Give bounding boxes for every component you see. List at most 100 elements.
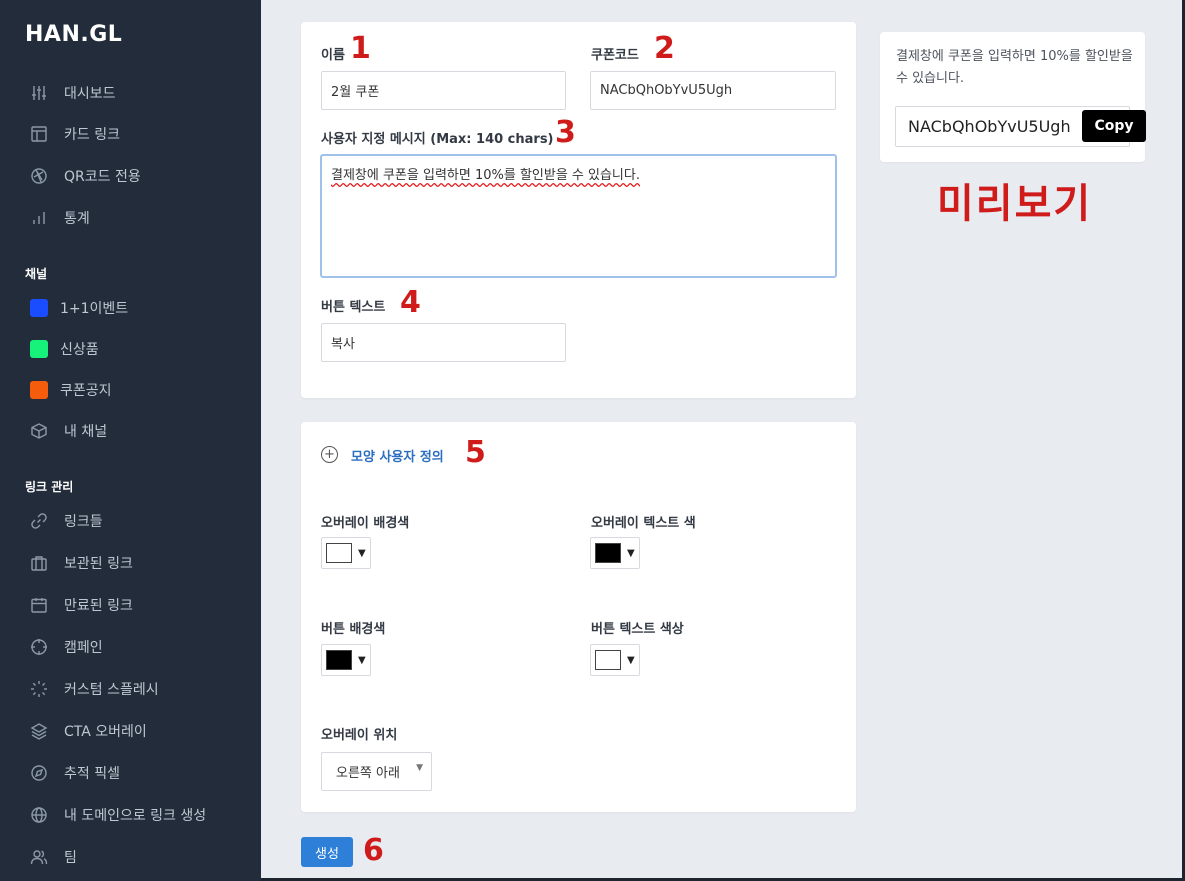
globe-icon (30, 806, 48, 824)
sidebar-item-archived[interactable]: 보관된 링크 (0, 545, 261, 581)
sidebar-item-dashboard[interactable]: 대시보드 (0, 75, 261, 111)
sidebar-item-expired[interactable]: 만료된 링크 (0, 587, 261, 623)
sidebar: HAN.GL 대시보드 카드 링크 QR코드 전용 통계 채널 1+1이벤트 신… (0, 0, 261, 881)
overlay-bg-color-picker[interactable]: ▼ (321, 537, 371, 569)
customize-appearance-link[interactable]: 모양 사용자 정의 (351, 446, 444, 465)
layers-icon (30, 722, 48, 740)
sidebar-item-pixel[interactable]: 추적 픽셀 (0, 755, 261, 791)
button-bg-color-picker[interactable]: ▼ (321, 644, 371, 676)
link-icon (30, 512, 48, 530)
annotation-marker-1: 1 (350, 31, 371, 66)
box-icon (30, 422, 48, 440)
preview-message: 결제창에 쿠폰을 입력하면 10%를 할인받을 수 있습니다. (896, 49, 1133, 86)
annotation-marker-5: 5 (465, 435, 486, 470)
channel-item-new-product[interactable]: 신상품 (0, 331, 261, 367)
message-label: 사용자 지정 메시지 (Max: 140 chars) (321, 132, 554, 147)
coupon-form-card: 이름 1 2월 쿠폰 쿠폰코드 2 NACbQhObYvU5Ugh 사용자 지정… (301, 22, 856, 398)
channel-color-swatch (30, 381, 48, 399)
coupon-code-label: 쿠폰코드 (591, 48, 639, 63)
overlay-bg-label: 오버레이 배경색 (321, 516, 410, 531)
sidebar-item-label: 카드 링크 (64, 127, 120, 143)
sidebar-item-label: QR코드 전용 (64, 169, 141, 185)
sidebar-item-label: 팀 (64, 850, 77, 866)
preview-caption: 미리보기 (937, 181, 1093, 227)
bar-chart-icon (30, 209, 48, 227)
caret-down-icon: ▼ (358, 654, 366, 666)
aperture-icon (30, 167, 48, 185)
sidebar-item-label: CTA 오버레이 (64, 724, 147, 740)
sidebar-item-label: 보관된 링크 (64, 556, 133, 572)
color-swatch (595, 650, 621, 670)
app-logo[interactable]: HAN.GL (25, 22, 122, 47)
layout-icon (30, 125, 48, 143)
button-bg-label: 버튼 배경색 (321, 622, 386, 637)
channel-color-swatch (30, 299, 48, 317)
sidebar-item-label: 내 도메인으로 링크 생성 (64, 808, 207, 824)
overlay-text-color-label: 오버레이 텍스트 색 (591, 516, 696, 531)
sidebar-item-custom-domain[interactable]: 내 도메인으로 링크 생성 (0, 797, 261, 833)
annotation-marker-4: 4 (400, 285, 421, 320)
preview-coupon-code: NACbQhObYvU5Ugh (908, 117, 1071, 136)
button-text-label: 버튼 텍스트 (321, 300, 386, 315)
compass-icon (30, 764, 48, 782)
sidebar-item-team[interactable]: 팀 (0, 839, 261, 875)
sidebar-item-links[interactable]: 링크들 (0, 503, 261, 539)
sidebar-item-card-link[interactable]: 카드 링크 (0, 116, 261, 152)
sliders-icon (30, 84, 48, 102)
channel-item-my-channels[interactable]: 내 채널 (0, 413, 261, 449)
message-textarea[interactable]: 결제창에 쿠폰을 입력하면 10%를 할인받을 수 있습니다. (320, 154, 837, 278)
channel-label: 신상품 (60, 342, 99, 358)
users-icon (30, 848, 48, 866)
plus-circle-icon[interactable]: + (321, 446, 338, 463)
sidebar-item-label: 대시보드 (64, 86, 116, 102)
overlay-position-select[interactable]: 오른쪽 아래 ▼ (321, 752, 432, 791)
button-text-color-label: 버튼 텍스트 색상 (591, 622, 684, 637)
sidebar-item-label: 링크들 (64, 514, 103, 530)
channel-label: 1+1이벤트 (60, 301, 129, 317)
color-swatch (326, 543, 352, 563)
sidebar-item-label: 캠페인 (64, 640, 103, 656)
annotation-marker-2: 2 (654, 31, 675, 66)
overlay-text-color-picker[interactable]: ▼ (590, 537, 640, 569)
overlay-position-value: 오른쪽 아래 (336, 766, 400, 781)
sidebar-item-label: 추적 픽셀 (64, 766, 120, 782)
button-text-color-picker[interactable]: ▼ (590, 644, 640, 676)
caret-down-icon: ▼ (416, 763, 423, 773)
overlay-position-label: 오버레이 위치 (321, 728, 398, 743)
calendar-icon (30, 596, 48, 614)
sidebar-item-cta-overlay[interactable]: CTA 오버레이 (0, 713, 261, 749)
briefcase-icon (30, 554, 48, 572)
channel-item-1plus1[interactable]: 1+1이벤트 (0, 290, 261, 326)
button-text-input[interactable]: 복사 (321, 323, 566, 362)
name-label: 이름 (321, 48, 345, 63)
coupon-code-input[interactable]: NACbQhObYvU5Ugh (590, 71, 836, 110)
sidebar-item-label: 만료된 링크 (64, 598, 133, 614)
sidebar-item-qr[interactable]: QR코드 전용 (0, 158, 261, 194)
preview-code-box: NACbQhObYvU5Ugh Copy (895, 106, 1146, 147)
loader-icon (30, 680, 48, 698)
appearance-card: + 모양 사용자 정의 5 오버레이 배경색 ▼ 오버레이 텍스트 색 ▼ 버튼… (301, 422, 856, 812)
preview-card: 결제창에 쿠폰을 입력하면 10%를 할인받을 수 있습니다. NACbQhOb… (880, 32, 1146, 162)
crosshair-icon (30, 638, 48, 656)
sidebar-item-label: 커스텀 스플레시 (64, 682, 159, 698)
sidebar-item-splash[interactable]: 커스텀 스플레시 (0, 671, 261, 707)
caret-down-icon: ▼ (627, 654, 635, 666)
channel-label: 쿠폰공지 (60, 383, 112, 399)
channel-item-coupon-notice[interactable]: 쿠폰공지 (0, 372, 261, 408)
sidebar-item-stats[interactable]: 통계 (0, 200, 261, 236)
annotation-marker-6: 6 (363, 833, 384, 868)
color-swatch (326, 650, 352, 670)
channels-section-label: 채널 (25, 267, 48, 281)
channel-label: 내 채널 (64, 424, 108, 440)
annotation-marker-3: 3 (555, 115, 576, 150)
caret-down-icon: ▼ (358, 547, 366, 559)
sidebar-item-campaign[interactable]: 캠페인 (0, 629, 261, 665)
channel-color-swatch (30, 340, 48, 358)
links-section-label: 링크 관리 (25, 480, 74, 494)
create-button[interactable]: 생성 (301, 837, 353, 867)
preview-copy-button[interactable]: Copy (1082, 110, 1146, 142)
name-input[interactable]: 2월 쿠폰 (321, 71, 566, 110)
caret-down-icon: ▼ (627, 547, 635, 559)
main-content: 이름 1 2월 쿠폰 쿠폰코드 2 NACbQhObYvU5Ugh 사용자 지정… (261, 0, 1182, 878)
color-swatch (595, 543, 621, 563)
